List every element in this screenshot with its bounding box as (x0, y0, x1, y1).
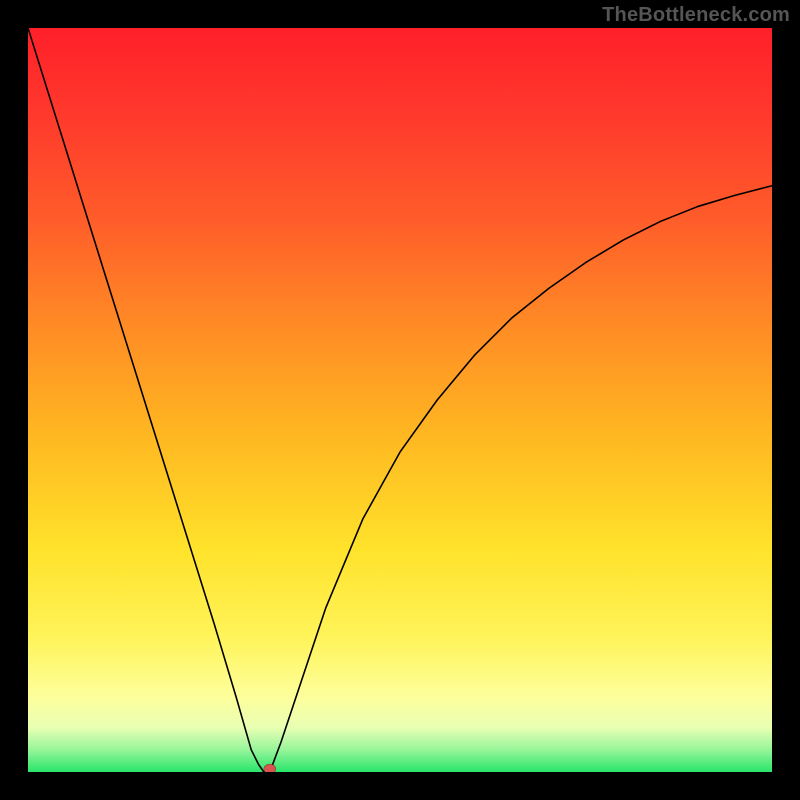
bottleneck-curve (28, 28, 772, 772)
chart-frame: TheBottleneck.com (0, 0, 800, 800)
plot-area (28, 28, 772, 772)
watermark-label: TheBottleneck.com (602, 4, 790, 27)
optimal-point-marker (264, 764, 276, 772)
curve-svg (28, 28, 772, 772)
